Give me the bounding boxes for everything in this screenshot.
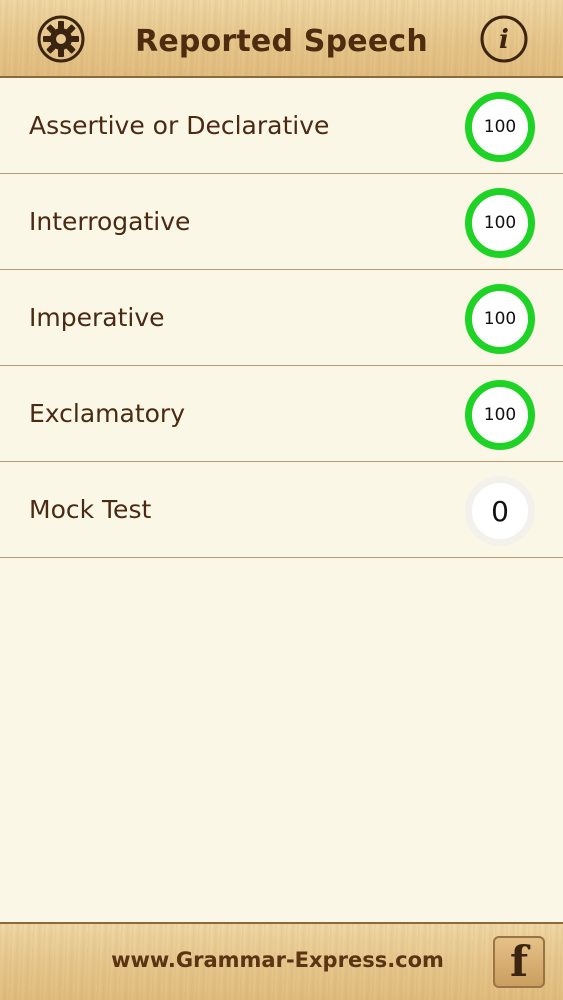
- facebook-icon: f: [509, 937, 529, 986]
- list-item-label: Mock Test: [29, 495, 152, 524]
- facebook-button[interactable]: f: [493, 936, 545, 988]
- list-item-interrogative[interactable]: Interrogative 100: [0, 174, 563, 270]
- score-badge: 100: [465, 284, 535, 354]
- score-badge: 100: [465, 92, 535, 162]
- score-badge: 100: [465, 380, 535, 450]
- svg-text:i: i: [499, 25, 509, 55]
- list-item-label: Exclamatory: [29, 399, 186, 428]
- list-item-assertive[interactable]: Assertive or Declarative 100: [0, 78, 563, 174]
- list-item-mock-test[interactable]: Mock Test 0: [0, 462, 563, 558]
- score-badge: 100: [465, 188, 535, 258]
- header-bar: Reported Speech i: [0, 0, 563, 78]
- topic-list: Assertive or Declarative 100 Interrogati…: [0, 78, 563, 558]
- score-badge: 0: [465, 476, 535, 546]
- website-link[interactable]: www.Grammar-Express.com: [0, 948, 563, 972]
- list-item-label: Assertive or Declarative: [29, 111, 330, 140]
- list-item-label: Imperative: [29, 303, 165, 332]
- info-icon: i: [480, 15, 528, 63]
- info-button[interactable]: i: [479, 14, 529, 64]
- footer-bar: www.Grammar-Express.com f: [0, 922, 563, 1000]
- list-item-imperative[interactable]: Imperative 100: [0, 270, 563, 366]
- list-item-label: Interrogative: [29, 207, 191, 236]
- list-item-exclamatory[interactable]: Exclamatory 100: [0, 366, 563, 462]
